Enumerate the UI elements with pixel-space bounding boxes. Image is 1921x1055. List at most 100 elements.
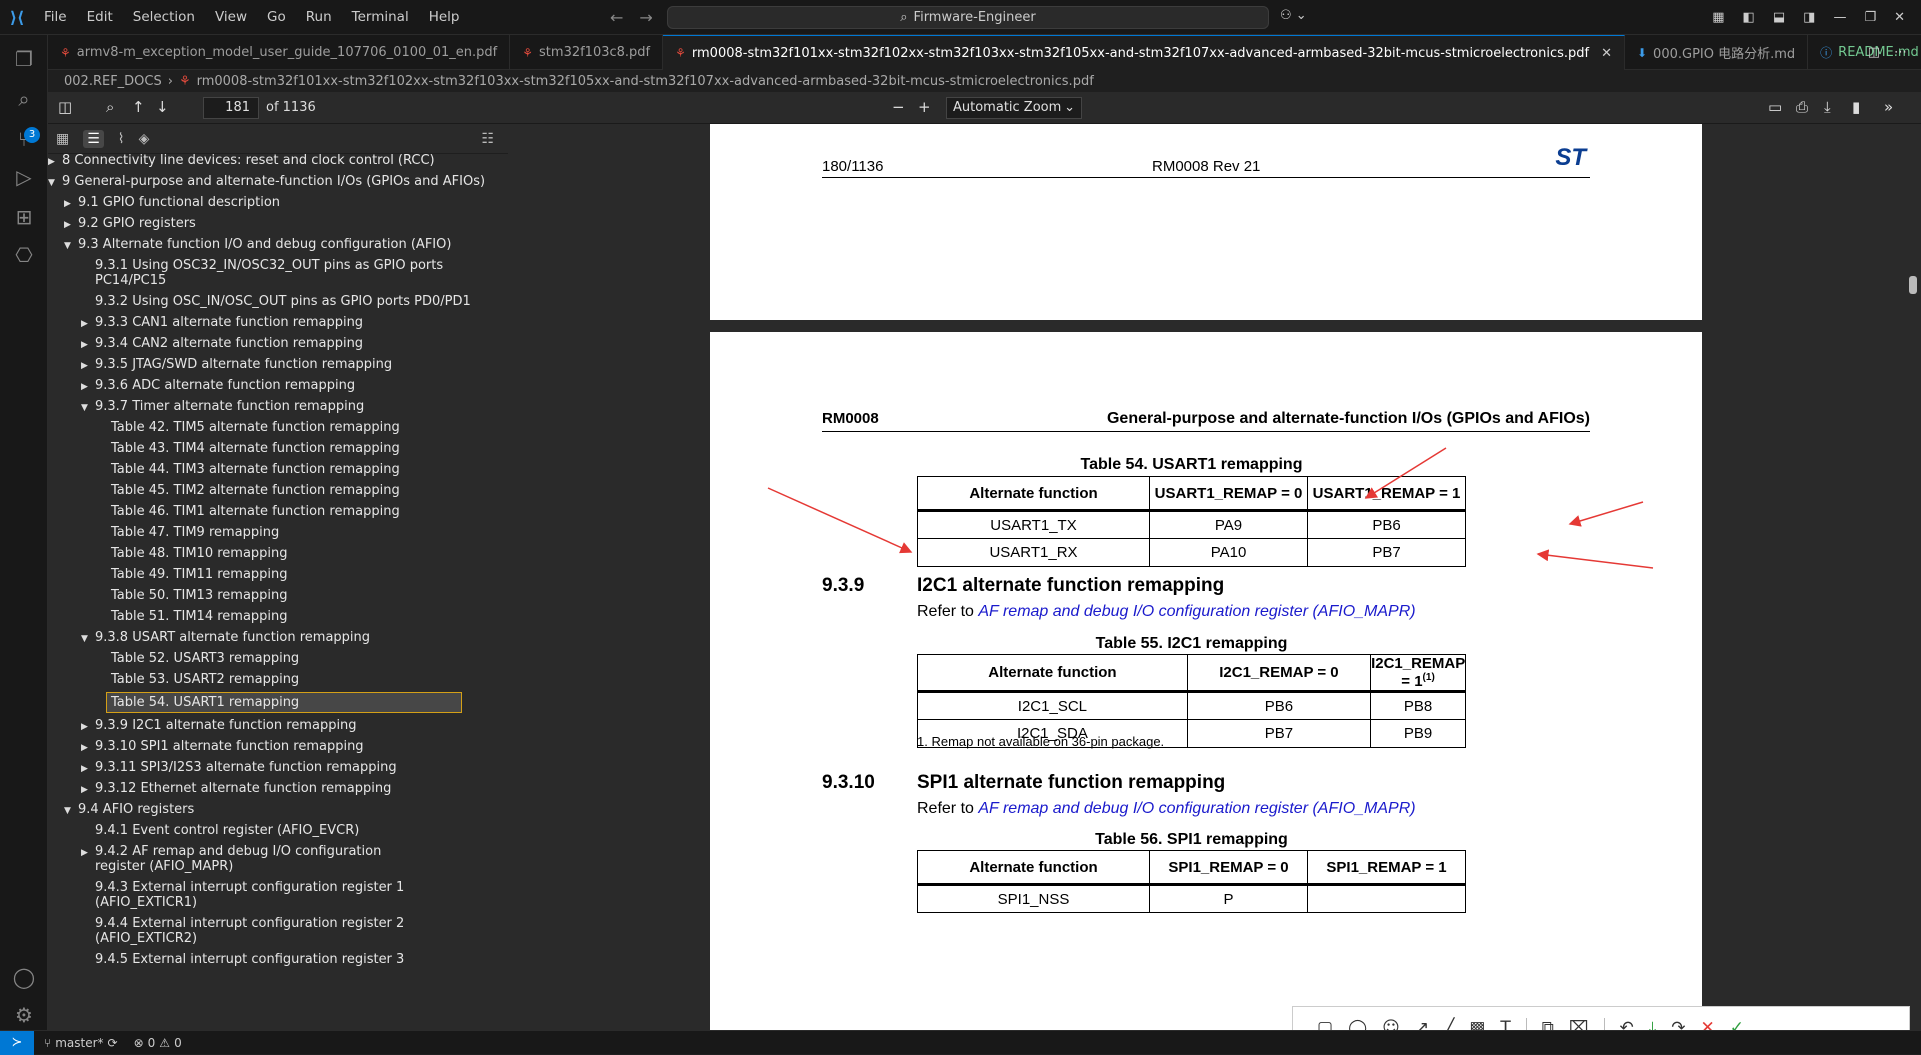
tab-stm32f103c8-pdf[interactable]: ⚘ stm32f103c8.pdf xyxy=(510,35,664,70)
next-page-icon[interactable]: ↓ xyxy=(156,98,169,116)
outline-item[interactable]: Table 45. TIM2 alternate function remapp… xyxy=(48,480,493,501)
outline-icon[interactable]: ☰ xyxy=(83,129,104,148)
search-view-icon[interactable]: ⌕ xyxy=(12,87,36,111)
outline-item[interactable]: Table 51. TIM14 remapping xyxy=(48,606,493,627)
expand-arrow-icon[interactable]: ▶ xyxy=(81,338,88,353)
outline-item[interactable]: ▶ 9.3.5 JTAG/SWD alternate function remap… xyxy=(48,354,493,375)
thumbnails-icon[interactable]: ▦ xyxy=(56,131,69,147)
tab-armv8-pdf[interactable]: ⚘ armv8-m_exception_model_user_guide_1077… xyxy=(48,35,511,70)
expand-arrow-icon[interactable]: ▶ xyxy=(81,783,88,798)
collapse-arrow-icon[interactable]: ▼ xyxy=(64,804,71,819)
outline-item[interactable]: ▶ 9.4.2 AF remap and debug I/O configurat… xyxy=(48,841,428,877)
previous-page-icon[interactable]: ↑ xyxy=(132,98,145,116)
collapse-arrow-icon[interactable]: ▼ xyxy=(48,176,55,191)
expand-arrow-icon[interactable]: ▶ xyxy=(81,720,88,735)
outline-item[interactable]: ▶ 9.2 GPIO registers xyxy=(48,213,493,234)
outline-item[interactable]: Table 50. TIM13 remapping xyxy=(48,585,493,606)
remote-indicator-icon[interactable]: ≻ xyxy=(0,1030,34,1055)
find-icon[interactable]: ⌕ xyxy=(106,98,114,116)
open-file-icon[interactable]: ▭ xyxy=(1768,98,1782,116)
outline-item[interactable]: 9.4.4 External interrupt configuration r… xyxy=(48,913,428,949)
outline-item[interactable]: ▶ 8 Connectivity line devices: reset and … xyxy=(48,150,493,171)
menu-help[interactable]: Help xyxy=(419,9,470,25)
remote-explorer-icon[interactable]: ⎔ xyxy=(12,243,36,267)
outline-item[interactable]: 9.4.5 External interrupt configuration r… xyxy=(48,949,493,970)
menu-selection[interactable]: Selection xyxy=(123,9,205,25)
run-debug-icon[interactable]: ▷ xyxy=(12,165,36,189)
explorer-icon[interactable]: ❐ xyxy=(12,47,36,71)
viewer-scrollbar-thumb[interactable] xyxy=(1909,276,1917,294)
collapse-arrow-icon[interactable]: ▼ xyxy=(64,239,71,254)
zoom-select[interactable]: Automatic Zoom ⌄ xyxy=(946,97,1082,119)
zoom-in-icon[interactable]: + xyxy=(918,98,931,116)
minimize-icon[interactable]: — xyxy=(1833,10,1846,25)
menu-edit[interactable]: Edit xyxy=(77,9,123,25)
menu-go[interactable]: Go xyxy=(257,9,296,25)
menu-run[interactable]: Run xyxy=(296,9,342,25)
tools-menu-icon[interactable]: » xyxy=(1884,98,1893,116)
git-branch[interactable]: ⑂ master* ⟳ xyxy=(44,1036,118,1050)
tab-gpio-md[interactable]: ⬇ 000.GPIO 电路分析.md xyxy=(1625,35,1809,70)
outline-item[interactable]: ▶ 9.3.11 SPI3/I2S3 alternate function rem… xyxy=(48,757,493,778)
outline-item[interactable]: ▶ 9.3.4 CAN2 alternate function remapping xyxy=(48,333,493,354)
outline-item[interactable]: ▶ 9.1 GPIO functional description xyxy=(48,192,493,213)
attachments-icon[interactable]: ⌇ xyxy=(118,131,125,147)
outline-item[interactable]: 9.3.2 Using OSC_IN/OSC_OUT pins as GPIO … xyxy=(48,291,493,312)
menu-terminal[interactable]: Terminal xyxy=(342,9,419,25)
outline-item[interactable]: Table 49. TIM11 remapping xyxy=(48,564,493,585)
outline-item[interactable]: ▼ 9.3 Alternate function I/O and debug co… xyxy=(48,234,493,255)
menu-view[interactable]: View xyxy=(205,9,257,25)
forward-arrow-icon[interactable]: → xyxy=(639,8,652,27)
current-outline-item-icon[interactable]: ☷ xyxy=(481,131,494,147)
settings-gear-icon[interactable]: ⚙ xyxy=(12,1003,36,1027)
breadcrumb-folder[interactable]: 002.REF_DOCS xyxy=(64,74,162,89)
outline-item[interactable]: 9.3.1 Using OSC32_IN/OSC32_OUT pins as G… xyxy=(48,255,448,291)
copilot-icon[interactable]: ⚇ ⌄ xyxy=(1280,8,1307,23)
toggle-sidebar-icon[interactable]: ◧ xyxy=(1743,10,1755,25)
expand-arrow-icon[interactable]: ▶ xyxy=(81,317,88,332)
download-icon[interactable]: ⤓ xyxy=(1824,98,1831,116)
maximize-icon[interactable]: ❐ xyxy=(1864,10,1876,25)
outline-item[interactable]: ▶ 9.3.6 ADC alternate function remapping xyxy=(48,375,493,396)
zoom-out-icon[interactable]: − xyxy=(892,98,905,116)
expand-arrow-icon[interactable]: ▶ xyxy=(48,155,55,170)
expand-arrow-icon[interactable]: ▶ xyxy=(81,762,88,777)
command-center-search[interactable]: ⌕ Firmware-Engineer xyxy=(667,6,1269,29)
back-arrow-icon[interactable]: ← xyxy=(610,8,623,27)
outline-item[interactable]: 9.4.1 Event control register (AFIO_EVCR) xyxy=(48,820,493,841)
collapse-arrow-icon[interactable]: ▼ xyxy=(81,632,88,647)
extensions-icon[interactable]: ⊞ xyxy=(12,205,36,229)
layers-icon[interactable]: ◈ xyxy=(139,131,150,147)
page-number-input[interactable]: 181 xyxy=(203,97,259,119)
collapse-arrow-icon[interactable]: ▼ xyxy=(81,401,88,416)
breadcrumb-file[interactable]: rm0008-stm32f101xx-stm32f102xx-stm32f103… xyxy=(197,74,1094,89)
outline-item[interactable]: Table 43. TIM4 alternate function remapp… xyxy=(48,438,493,459)
outline-item[interactable]: ▼ 9 General-purpose and alternate-functio… xyxy=(48,171,493,192)
outline-item[interactable]: Table 46. TIM1 alternate function remapp… xyxy=(48,501,493,522)
menu-file[interactable]: File xyxy=(34,9,77,25)
expand-arrow-icon[interactable]: ▶ xyxy=(81,846,88,861)
bookmark-icon[interactable]: ▮ xyxy=(1852,98,1860,116)
expand-arrow-icon[interactable]: ▶ xyxy=(81,741,88,756)
more-actions-icon[interactable]: ⋯ xyxy=(1894,45,1907,60)
toggle-panel-icon[interactable]: ⬓ xyxy=(1773,10,1785,25)
expand-arrow-icon[interactable]: ▶ xyxy=(64,218,71,233)
toggle-secondary-sidebar-icon[interactable]: ◨ xyxy=(1803,10,1815,25)
outline-item[interactable]: Table 47. TIM9 remapping xyxy=(48,522,493,543)
outline-item[interactable]: ▼ 9.3.7 Timer alternate function remappin… xyxy=(48,396,493,417)
toggle-sidebar-icon[interactable]: ◫ xyxy=(58,98,72,116)
outline-item[interactable]: Table 44. TIM3 alternate function remapp… xyxy=(48,459,493,480)
expand-arrow-icon[interactable]: ▶ xyxy=(64,197,71,212)
outline-item[interactable]: 9.4.3 External interrupt configuration r… xyxy=(48,877,428,913)
close-tab-icon[interactable]: ✕ xyxy=(1601,46,1612,61)
outline-item[interactable]: Table 48. TIM10 remapping xyxy=(48,543,493,564)
outline-item[interactable]: ▶ 9.3.3 CAN1 alternate function remapping xyxy=(48,312,493,333)
account-icon[interactable]: ◯ xyxy=(12,965,36,989)
outline-item[interactable]: ▶ 9.3.12 Ethernet alternate function rema… xyxy=(48,778,493,799)
outline-item[interactable]: ▶ 9.3.9 I2C1 alternate function remapping xyxy=(48,715,493,736)
outline-item[interactable]: ▶ 9.3.10 SPI1 alternate function remappin… xyxy=(48,736,493,757)
tab-rm0008-pdf[interactable]: ⚘ rm0008-stm32f101xx-stm32f102xx-stm32f10… xyxy=(663,35,1625,70)
outline-item-selected[interactable]: Table 54. USART1 remapping xyxy=(48,690,493,715)
close-window-icon[interactable]: ✕ xyxy=(1894,10,1905,25)
split-editor-icon[interactable]: ◫ xyxy=(1868,45,1880,60)
